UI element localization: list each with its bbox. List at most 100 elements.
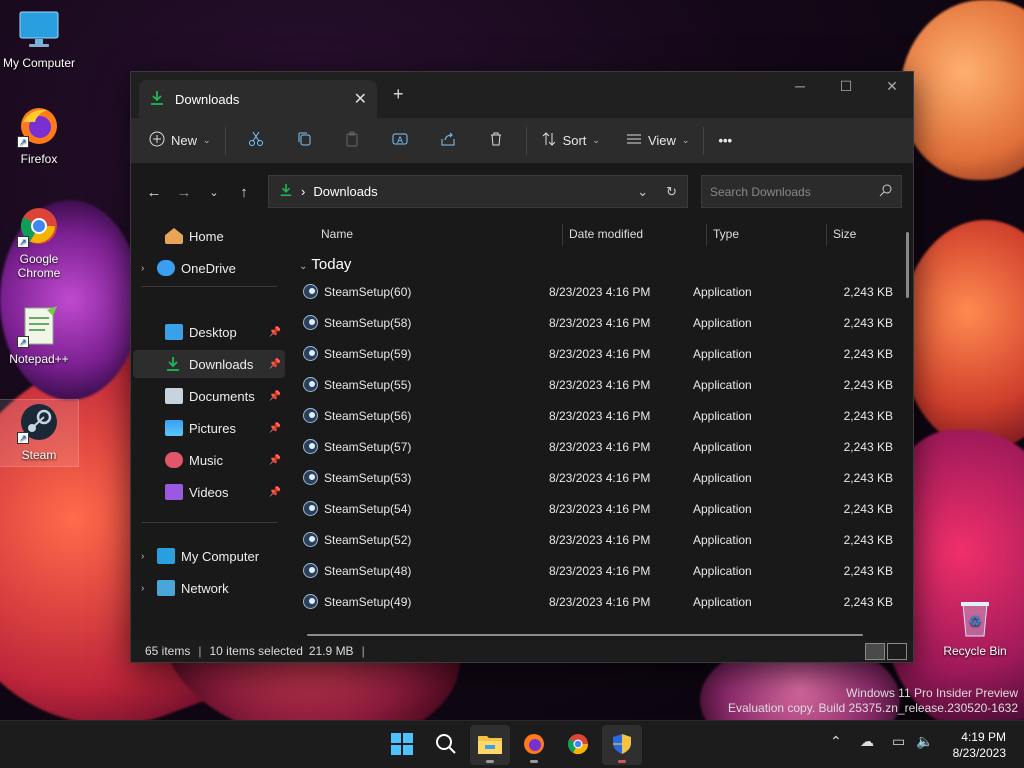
file-type: Application — [693, 563, 752, 578]
sort-button[interactable]: Sort ⌄ — [533, 125, 608, 157]
details-view-icon[interactable] — [865, 643, 885, 660]
search-box[interactable]: Search Downloads — [701, 175, 902, 208]
column-header-type[interactable]: Type — [713, 220, 739, 248]
chevron-down-icon: ⌄ — [299, 261, 308, 272]
start-button[interactable] — [382, 725, 422, 765]
nav-item-my-computer[interactable]: › My Computer — [133, 542, 285, 570]
file-row[interactable]: SteamSetup(54) 8/23/2023 4:16 PM Applicati… — [303, 493, 893, 524]
volume-icon[interactable]: 🔈 — [916, 733, 933, 750]
file-row[interactable]: SteamSetup(55) 8/23/2023 4:16 PM Applicati… — [303, 369, 893, 400]
refresh-icon[interactable]: ↻ — [666, 184, 677, 200]
desktop-icon-firefox[interactable]: ↗ Firefox — [0, 104, 78, 166]
file-date: 8/23/2023 4:16 PM — [549, 377, 651, 392]
clipboard-icon — [344, 131, 360, 150]
file-explorer-window: Downloads ✕ + ─ ☐ ✕ New ⌄ A Sort ⌄ View … — [130, 71, 914, 663]
new-tab-button[interactable]: + — [393, 84, 404, 105]
column-label: Type — [713, 227, 740, 241]
desktop-icon-label: My Computer — [2, 56, 76, 70]
taskbar-clock[interactable]: 4:19 PM 8/23/2023 — [953, 729, 1006, 761]
network-tray-icon[interactable]: ▭ — [892, 733, 905, 750]
desktop-icon-recycle-bin[interactable]: ♻ Recycle Bin — [936, 596, 1014, 658]
close-tab-icon[interactable]: ✕ — [354, 89, 367, 109]
horizontal-scrollbar[interactable] — [307, 634, 863, 636]
desktop-icon-my-computer[interactable]: My Computer — [0, 8, 78, 70]
share-button[interactable] — [424, 125, 472, 157]
sort-icon — [541, 131, 557, 150]
file-name: SteamSetup(52) — [324, 532, 412, 547]
pin-icon[interactable]: 📌 — [269, 423, 281, 434]
group-header-today[interactable]: ⌄ Today — [299, 256, 351, 273]
file-row[interactable]: SteamSetup(52) 8/23/2023 4:16 PM Applicati… — [303, 524, 893, 555]
delete-button[interactable] — [472, 125, 520, 157]
pin-icon[interactable]: 📌 — [269, 359, 281, 370]
file-row[interactable]: SteamSetup(48) 8/23/2023 4:16 PM Applicati… — [303, 555, 893, 586]
view-button[interactable]: View ⌄ — [618, 125, 698, 157]
file-row[interactable]: SteamSetup(60) 8/23/2023 4:16 PM Applicati… — [303, 276, 893, 307]
chevron-right-icon[interactable]: › — [141, 263, 157, 274]
file-row[interactable]: SteamSetup(58) 8/23/2023 4:16 PM Applicati… — [303, 307, 893, 338]
show-hidden-icons-button[interactable]: ⌃ — [830, 733, 842, 750]
pin-icon[interactable]: 📌 — [269, 327, 281, 338]
file-row[interactable]: SteamSetup(57) 8/23/2023 4:16 PM Applicati… — [303, 431, 893, 462]
vertical-scrollbar[interactable] — [906, 232, 909, 298]
new-button[interactable]: New ⌄ — [141, 125, 219, 157]
onedrive-tray-icon[interactable]: ☁ — [860, 733, 874, 750]
nav-item-home[interactable]: Home — [133, 222, 285, 250]
search-taskbar-button[interactable] — [426, 725, 466, 765]
file-row[interactable]: SteamSetup(59) 8/23/2023 4:16 PM Applicati… — [303, 338, 893, 369]
taskbar-chrome[interactable] — [558, 725, 598, 765]
column-divider[interactable] — [826, 224, 827, 246]
chevron-right-icon[interactable]: › — [141, 551, 157, 562]
address-bar[interactable]: › Downloads ⌄ ↻ — [268, 175, 688, 208]
taskbar-security-prompt[interactable] — [602, 725, 642, 765]
breadcrumb-downloads[interactable]: Downloads — [313, 184, 377, 199]
more-options-button[interactable]: ••• — [710, 125, 740, 157]
tab-downloads[interactable]: Downloads ✕ — [139, 80, 377, 118]
taskbar-file-explorer[interactable] — [470, 725, 510, 765]
file-type: Application — [693, 408, 752, 423]
chevron-down-icon[interactable]: ⌄ — [637, 184, 648, 200]
column-header-size[interactable]: Size — [833, 220, 856, 248]
column-header-date[interactable]: Date modified — [569, 220, 643, 248]
maximize-button[interactable]: ☐ — [823, 78, 869, 95]
file-row[interactable]: SteamSetup(49) 8/23/2023 4:16 PM Applicati… — [303, 586, 893, 617]
nav-item-pictures[interactable]: Pictures 📌 — [133, 414, 285, 442]
desktop-icon-steam[interactable]: ↗ Steam — [0, 399, 79, 467]
nav-item-documents[interactable]: Documents 📌 — [133, 382, 285, 410]
pin-icon[interactable]: 📌 — [269, 391, 281, 402]
pin-icon[interactable]: 📌 — [269, 455, 281, 466]
desktop-icon-google-chrome[interactable]: ↗ Google Chrome — [0, 204, 78, 280]
copy-button[interactable] — [280, 125, 328, 157]
forward-button[interactable]: → — [169, 177, 199, 207]
nav-item-onedrive[interactable]: › OneDrive — [133, 254, 285, 282]
up-button[interactable]: ↑ — [229, 177, 259, 207]
nav-item-desktop[interactable]: Desktop 📌 — [133, 318, 285, 346]
taskbar-firefox[interactable] — [514, 725, 554, 765]
column-divider[interactable] — [562, 224, 563, 246]
desktop-icon-notepadpp[interactable]: ↗ Notepad++ — [0, 304, 78, 366]
tiles-view-icon[interactable] — [887, 643, 907, 660]
search-icon[interactable] — [879, 183, 893, 200]
close-window-button[interactable]: ✕ — [869, 78, 915, 95]
nav-item-network[interactable]: › Network — [133, 574, 285, 602]
cut-button[interactable] — [232, 125, 280, 157]
wallpaper-shape — [900, 220, 1024, 450]
nav-item-downloads[interactable]: Downloads 📌 — [133, 350, 285, 378]
recent-locations-button[interactable]: ⌄ — [199, 177, 229, 207]
nav-item-videos[interactable]: Videos 📌 — [133, 478, 285, 506]
chevron-right-icon[interactable]: › — [141, 583, 157, 594]
nav-label: My Computer — [181, 548, 260, 564]
file-row[interactable]: SteamSetup(53) 8/23/2023 4:16 PM Applicati… — [303, 462, 893, 493]
status-bar: 65 items | 10 items selected 21.9 MB | — [131, 640, 913, 662]
file-date: 8/23/2023 4:16 PM — [549, 439, 651, 454]
chevron-up-icon: ⌃ — [830, 733, 842, 749]
paste-button[interactable] — [328, 125, 376, 157]
back-button[interactable]: ← — [139, 177, 169, 207]
nav-item-music[interactable]: Music 📌 — [133, 446, 285, 474]
pin-icon[interactable]: 📌 — [269, 487, 281, 498]
file-row[interactable]: SteamSetup(56) 8/23/2023 4:16 PM Applicati… — [303, 400, 893, 431]
minimize-button[interactable]: ─ — [777, 78, 823, 94]
column-divider[interactable] — [706, 224, 707, 246]
rename-button[interactable]: A — [376, 125, 424, 157]
column-header-name[interactable]: Name — [321, 220, 353, 248]
